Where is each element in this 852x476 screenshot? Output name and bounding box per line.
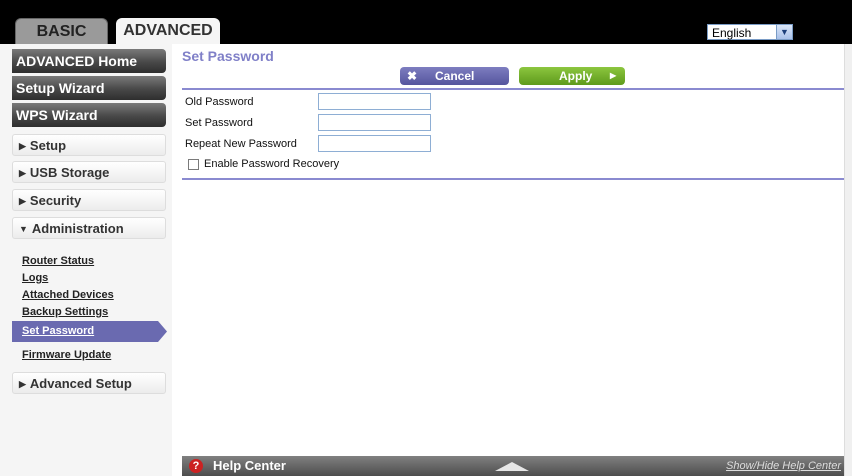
sidebar-section-administration[interactable]: ▼ Administration: [12, 217, 166, 239]
help-icon: ?: [189, 459, 203, 473]
chevron-down-icon[interactable]: ▼: [776, 25, 792, 39]
repeat-password-label: Repeat New Password: [185, 138, 297, 150]
cancel-button-label: Cancel: [435, 69, 475, 83]
sidebar-link-set-password-active[interactable]: Set Password: [12, 321, 167, 342]
sidebar-link-router-status[interactable]: Router Status: [22, 255, 94, 267]
sidebar-link-set-password[interactable]: Set Password: [22, 325, 94, 337]
sidebar-section-security[interactable]: ▶ Security: [12, 189, 166, 211]
sidebar-link-attached-devices[interactable]: Attached Devices: [22, 289, 114, 301]
sidebar-link-backup-settings[interactable]: Backup Settings: [22, 306, 108, 318]
page-title: Set Password: [182, 48, 274, 64]
apply-button-label: Apply: [559, 69, 593, 83]
tab-advanced[interactable]: ADVANCED: [116, 18, 220, 44]
old-password-input[interactable]: [318, 93, 431, 110]
tab-basic[interactable]: BASIC: [15, 18, 108, 44]
cancel-button[interactable]: ✖ Cancel: [400, 67, 509, 85]
triangle-right-icon: ▶: [19, 196, 26, 206]
expand-up-icon[interactable]: [495, 462, 529, 471]
show-hide-help-link[interactable]: Show/Hide Help Center: [726, 460, 841, 472]
triangle-right-icon: ▶: [19, 141, 26, 151]
divider: [182, 88, 844, 90]
set-password-input[interactable]: [318, 114, 431, 131]
apply-button[interactable]: Apply ▶: [519, 67, 625, 85]
help-center-title: Help Center: [213, 458, 286, 473]
language-select-value: English: [712, 26, 752, 40]
sidebar-item-setup-wizard[interactable]: Setup Wizard: [12, 76, 166, 100]
password-recovery-checkbox[interactable]: [188, 159, 199, 170]
sidebar-item-wps-wizard[interactable]: WPS Wizard: [12, 103, 166, 127]
triangle-right-icon: ▶: [610, 71, 617, 80]
scrollbar[interactable]: [844, 44, 852, 476]
sidebar-item-advanced-home[interactable]: ADVANCED Home: [12, 49, 166, 73]
main-content: [182, 44, 844, 456]
divider: [182, 178, 844, 180]
password-recovery-label: Enable Password Recovery: [204, 158, 340, 170]
sidebar-link-firmware-update[interactable]: Firmware Update: [22, 349, 111, 361]
repeat-password-input[interactable]: [318, 135, 431, 152]
sidebar-section-setup[interactable]: ▶ Setup: [12, 134, 166, 156]
top-bar: BASIC ADVANCED English ▼: [0, 0, 852, 44]
close-icon: ✖: [407, 69, 418, 83]
help-center-bar: ? Help Center Show/Hide Help Center: [182, 456, 844, 476]
old-password-label: Old Password: [185, 96, 254, 108]
sidebar-section-advanced-setup[interactable]: ▶ Advanced Setup: [12, 372, 166, 394]
sidebar-link-logs[interactable]: Logs: [22, 272, 48, 284]
set-password-label: Set Password: [185, 117, 253, 129]
triangle-right-icon: ▶: [19, 379, 26, 389]
sidebar-section-usb-storage[interactable]: ▶ USB Storage: [12, 161, 166, 183]
language-select[interactable]: English ▼: [707, 24, 793, 40]
triangle-right-icon: ▶: [19, 168, 26, 178]
triangle-down-icon: ▼: [19, 224, 28, 234]
